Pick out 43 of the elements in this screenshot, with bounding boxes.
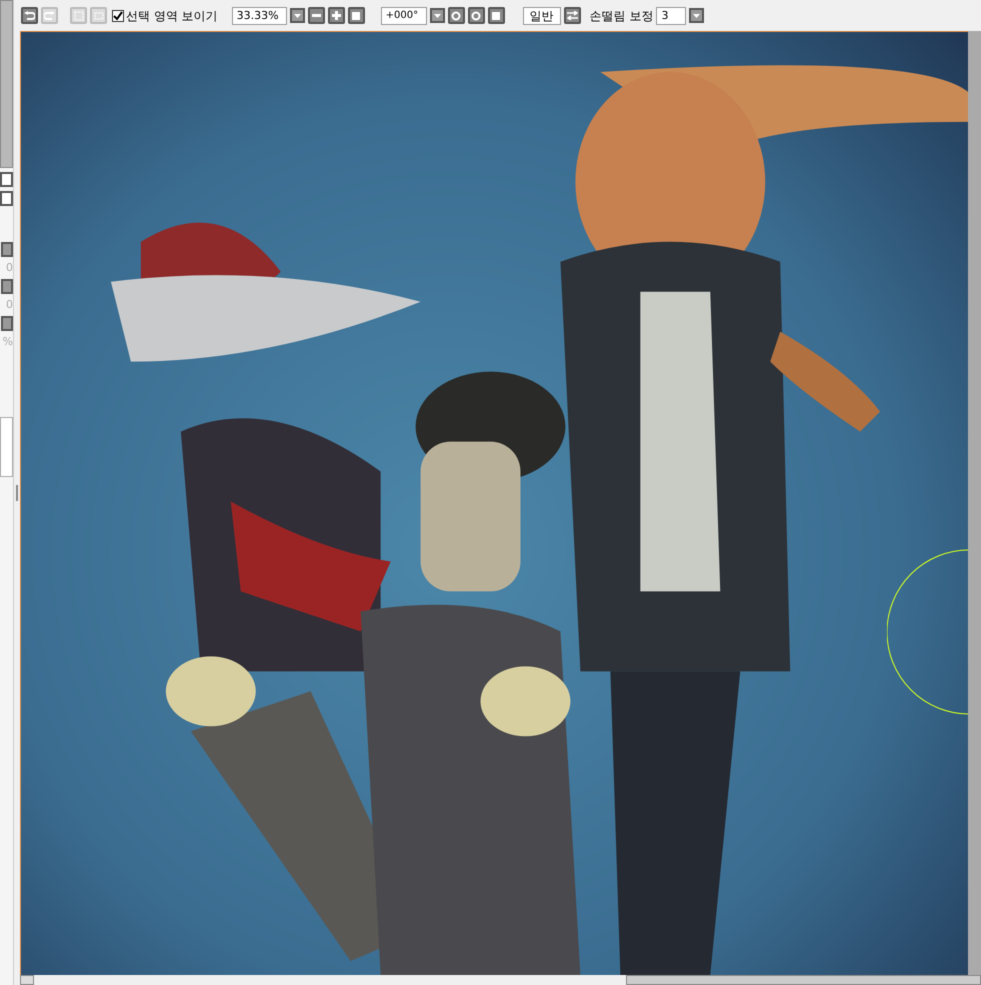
caret-icon [294,14,301,18]
rotate-right-icon [471,10,482,20]
stabilizer-field[interactable]: 3 [656,6,686,24]
square-icon [352,12,360,20]
vertical-scrollbar[interactable] [968,31,981,975]
zoom-reset-button[interactable] [348,7,365,24]
minus-icon [312,14,321,17]
panel-button[interactable] [0,191,13,206]
undo-icon [24,10,35,20]
redo-icon [44,10,55,20]
rotation-dropdown-button[interactable] [430,8,445,23]
dropdown-button[interactable] [1,316,13,331]
zoom-field[interactable]: 33.33% [232,6,287,24]
value-text: 0 [6,297,13,312]
rotation-reset-button[interactable] [488,7,505,24]
rotate-left-icon [451,10,462,20]
rotation-field[interactable]: +000° [380,6,427,24]
horizontal-scrollbar-thumb[interactable] [626,975,981,985]
zoom-out-button[interactable] [308,7,325,24]
rotate-left-button[interactable] [448,7,465,24]
value-text: 0 [6,260,13,275]
undo-button[interactable] [21,7,38,24]
plus-icon [332,11,341,20]
panel-button[interactable] [0,172,13,187]
value-text: % [2,334,13,349]
zoom-dropdown-button[interactable] [290,8,305,23]
square-icon [492,12,500,20]
rotate-right-button[interactable] [468,7,485,24]
stabilizer-dropdown-button[interactable] [689,8,704,23]
scroll-left-button[interactable] [20,975,34,985]
stabilizer-label: 손떨림 보정 [590,8,654,24]
dropdown-button[interactable] [1,242,13,257]
swap-arrows-icon [566,11,578,20]
flip-button[interactable] [564,7,581,24]
checkmark-icon [113,10,123,20]
brush-cursor-icon [887,549,968,715]
dropdown-button[interactable] [1,279,13,294]
blend-mode-button[interactable]: 일반 [522,6,561,24]
caret-icon [693,14,700,18]
zoom-in-button[interactable] [328,7,345,24]
caret-icon [434,14,441,18]
splitter-handle[interactable] [16,484,18,500]
show-selection-checkbox[interactable]: 선택 영역 보이기 [112,6,218,24]
